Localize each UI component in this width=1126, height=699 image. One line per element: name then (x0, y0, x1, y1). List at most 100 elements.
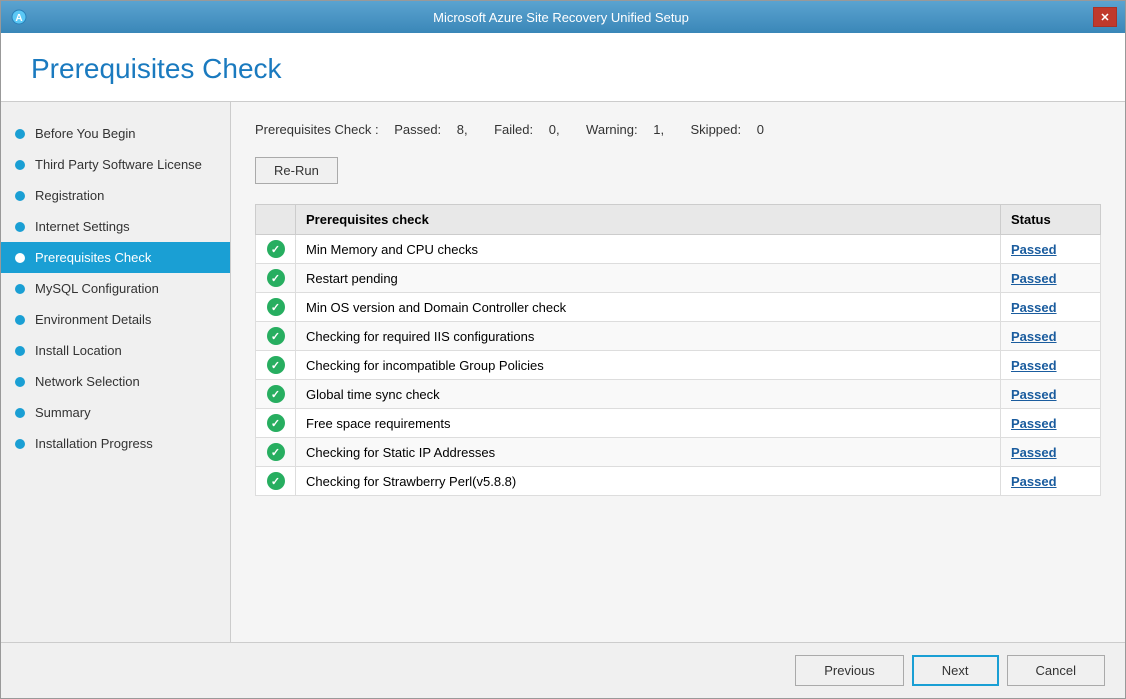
row-check-cell: Min Memory and CPU checks (296, 235, 1001, 264)
row-status-cell[interactable]: Passed (1001, 264, 1101, 293)
col-icon-header (256, 205, 296, 235)
sidebar-dot (15, 315, 25, 325)
status-passed-link[interactable]: Passed (1011, 416, 1057, 431)
table-row: ✓ Checking for Static IP Addresses Passed (256, 438, 1101, 467)
check-passed-icon: ✓ (267, 472, 285, 490)
row-icon-cell: ✓ (256, 235, 296, 264)
titlebar-icon: A (9, 7, 29, 27)
table-row: ✓Free space requirements Passed (256, 409, 1101, 438)
sidebar-item-install-location[interactable]: Install Location (1, 335, 230, 366)
row-status-cell[interactable]: Passed (1001, 380, 1101, 409)
titlebar: A Microsoft Azure Site Recovery Unified … (1, 1, 1125, 33)
main-inner: Prerequisites Check : Passed: 8, Failed:… (231, 102, 1125, 642)
skipped-label: Skipped: (691, 122, 742, 137)
sidebar-item-label: Before You Begin (35, 126, 135, 141)
sidebar-item-label: Installation Progress (35, 436, 153, 451)
failed-label: Failed: (494, 122, 533, 137)
row-check-cell: Checking for Static IP Addresses (296, 438, 1001, 467)
sidebar-item-summary[interactable]: Summary (1, 397, 230, 428)
status-passed-link[interactable]: Passed (1011, 387, 1057, 402)
sidebar-dot (15, 160, 25, 170)
row-icon-cell: ✓ (256, 264, 296, 293)
sidebar-item-prerequisites-check[interactable]: Prerequisites Check (1, 242, 230, 273)
warning-label: Warning: (586, 122, 638, 137)
main-content: Prerequisites Check : Passed: 8, Failed:… (231, 102, 1125, 642)
sidebar-dot (15, 377, 25, 387)
row-status-cell[interactable]: Passed (1001, 438, 1101, 467)
failed-value: 0, (549, 122, 560, 137)
sidebar-item-internet-settings[interactable]: Internet Settings (1, 211, 230, 242)
sidebar-item-third-party-software-license[interactable]: Third Party Software License (1, 149, 230, 180)
sidebar-item-label: Environment Details (35, 312, 151, 327)
check-passed-icon: ✓ (267, 327, 285, 345)
row-status-cell[interactable]: Passed (1001, 351, 1101, 380)
cancel-button[interactable]: Cancel (1007, 655, 1105, 686)
passed-value: 8, (457, 122, 468, 137)
check-passed-icon: ✓ (267, 240, 285, 258)
content-area: Before You Begin Third Party Software Lic… (1, 102, 1125, 642)
row-check-cell: Free space requirements (296, 409, 1001, 438)
row-icon-cell: ✓ (256, 351, 296, 380)
sidebar-item-label: Network Selection (35, 374, 140, 389)
sidebar-item-installation-progress[interactable]: Installation Progress (1, 428, 230, 459)
sidebar-item-mysql-configuration[interactable]: MySQL Configuration (1, 273, 230, 304)
row-check-cell: Global time sync check (296, 380, 1001, 409)
main-window: A Microsoft Azure Site Recovery Unified … (0, 0, 1126, 699)
check-passed-icon: ✓ (267, 298, 285, 316)
check-table: Prerequisites check Status ✓Min Memory a… (255, 204, 1101, 496)
check-passed-icon: ✓ (267, 443, 285, 461)
table-row: ✓Restart pendingPassed (256, 264, 1101, 293)
col-status-header: Status (1001, 205, 1101, 235)
row-check-cell: Checking for Strawberry Perl(v5.8.8) (296, 467, 1001, 496)
row-status-cell[interactable]: Passed (1001, 322, 1101, 351)
sidebar-item-label: Prerequisites Check (35, 250, 151, 265)
status-passed-link[interactable]: Passed (1011, 242, 1057, 257)
sidebar-item-label: Summary (35, 405, 91, 420)
row-status-cell[interactable]: Passed (1001, 467, 1101, 496)
sidebar-dot (15, 191, 25, 201)
sidebar-item-network-selection[interactable]: Network Selection (1, 366, 230, 397)
summary-label: Prerequisites Check : (255, 122, 379, 137)
sidebar-item-before-you-begin[interactable]: Before You Begin (1, 118, 230, 149)
status-passed-link[interactable]: Passed (1011, 358, 1057, 373)
row-icon-cell: ✓ (256, 322, 296, 351)
sidebar: Before You Begin Third Party Software Lic… (1, 102, 231, 642)
window-title: Microsoft Azure Site Recovery Unified Se… (29, 10, 1093, 25)
row-icon-cell: ✓ (256, 293, 296, 322)
check-passed-icon: ✓ (267, 385, 285, 403)
row-check-cell: Checking for required IIS configurations (296, 322, 1001, 351)
passed-label: Passed: (394, 122, 441, 137)
sidebar-item-label: MySQL Configuration (35, 281, 159, 296)
row-status-cell[interactable]: Passed (1001, 293, 1101, 322)
status-passed-link[interactable]: Passed (1011, 300, 1057, 315)
sidebar-dot (15, 408, 25, 418)
close-button[interactable]: ✕ (1093, 7, 1117, 27)
header-section: Prerequisites Check (1, 33, 1125, 102)
table-row: ✓ Min Memory and CPU checks Passed (256, 235, 1101, 264)
row-icon-cell: ✓ (256, 409, 296, 438)
sidebar-item-registration[interactable]: Registration (1, 180, 230, 211)
check-passed-icon: ✓ (267, 356, 285, 374)
table-header-row: Prerequisites check Status (256, 205, 1101, 235)
row-status-cell[interactable]: Passed (1001, 409, 1101, 438)
status-passed-link[interactable]: Passed (1011, 445, 1057, 460)
row-check-cell: Checking for incompatible Group Policies (296, 351, 1001, 380)
skipped-value: 0 (757, 122, 764, 137)
prereq-summary: Prerequisites Check : Passed: 8, Failed:… (255, 122, 1101, 137)
rerun-button[interactable]: Re-Run (255, 157, 338, 184)
table-row: ✓Min OS version and Domain Controller ch… (256, 293, 1101, 322)
status-passed-link[interactable]: Passed (1011, 271, 1057, 286)
status-passed-link[interactable]: Passed (1011, 474, 1057, 489)
sidebar-dot (15, 439, 25, 449)
table-row: ✓ Checking for required IIS configuration… (256, 322, 1101, 351)
col-check-header: Prerequisites check (296, 205, 1001, 235)
sidebar-item-label: Registration (35, 188, 104, 203)
status-passed-link[interactable]: Passed (1011, 329, 1057, 344)
previous-button[interactable]: Previous (795, 655, 904, 686)
sidebar-item-label: Internet Settings (35, 219, 130, 234)
table-row: ✓ Checking for incompatible Group Policie… (256, 351, 1101, 380)
row-icon-cell: ✓ (256, 438, 296, 467)
sidebar-item-environment-details[interactable]: Environment Details (1, 304, 230, 335)
next-button[interactable]: Next (912, 655, 999, 686)
row-status-cell[interactable]: Passed (1001, 235, 1101, 264)
